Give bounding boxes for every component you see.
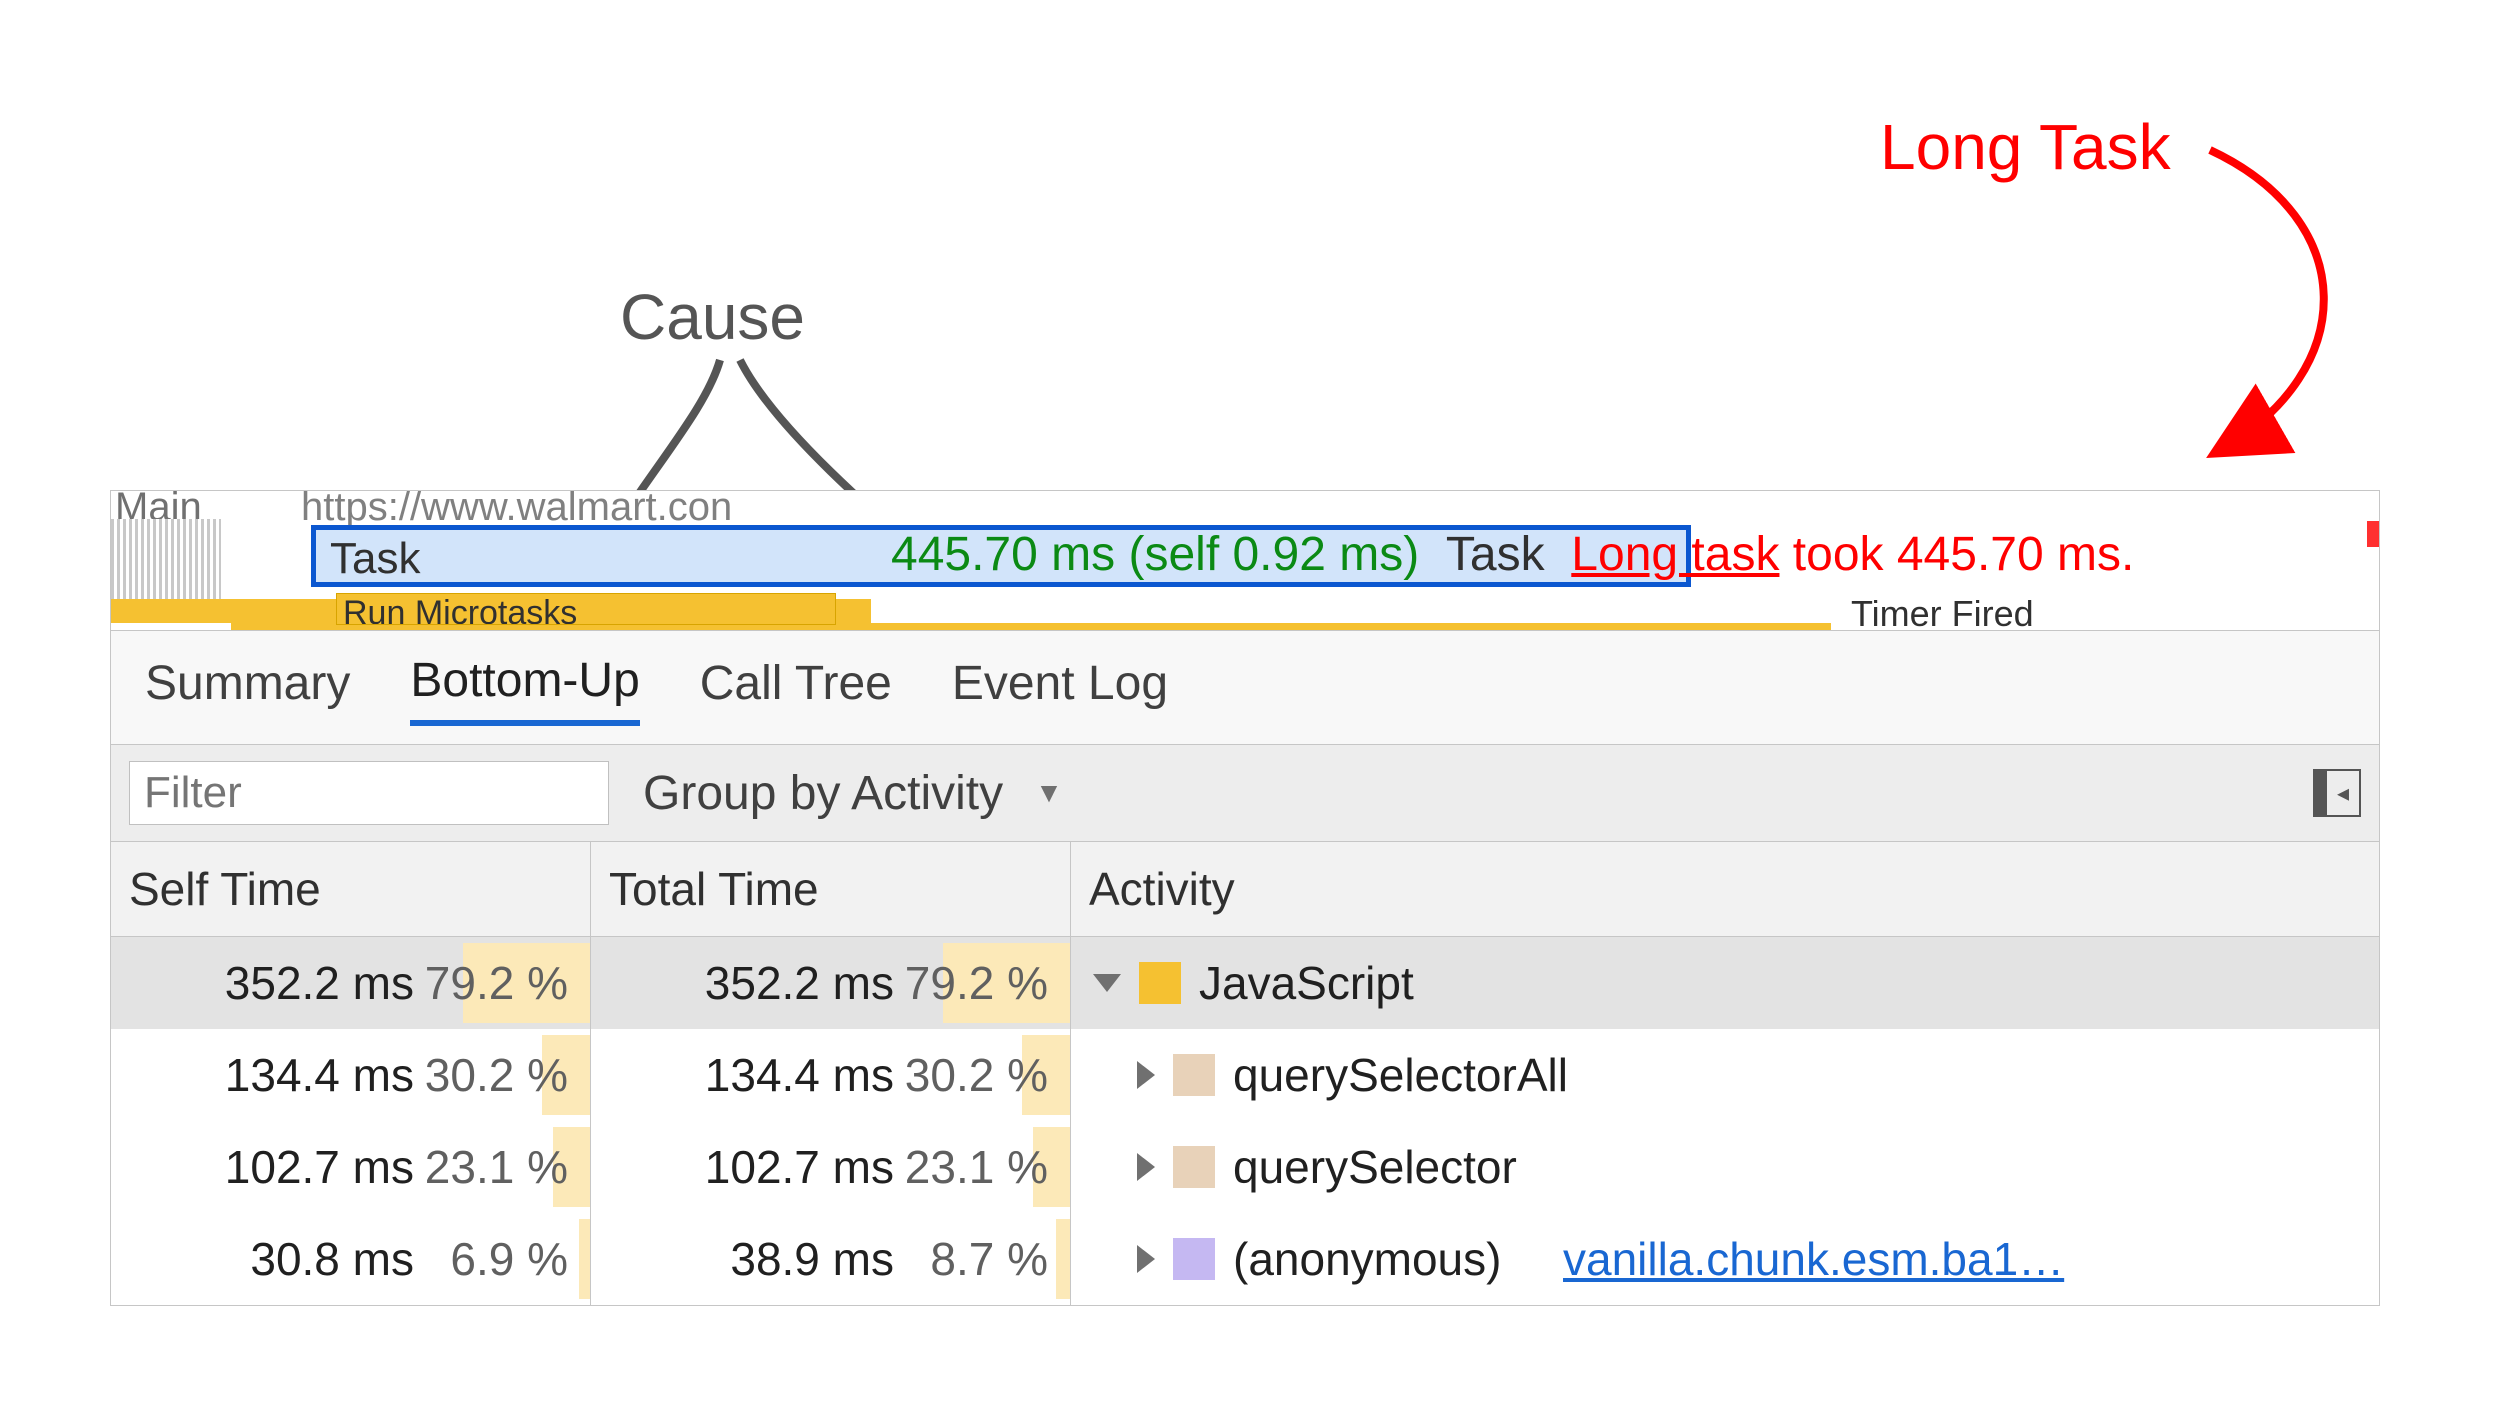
- total-time-cell: 38.9 ms8.7 %: [591, 1213, 1071, 1305]
- self-pct: 23.1 %: [414, 1140, 574, 1194]
- tab-call-tree[interactable]: Call Tree: [700, 656, 892, 723]
- show-heaviest-stack-icon[interactable]: ◂: [2313, 769, 2361, 817]
- category-swatch-icon: [1173, 1054, 1215, 1096]
- run-microtasks-block[interactable]: Run Microtasks: [336, 593, 836, 625]
- total-pct: 79.2 %: [894, 956, 1054, 1010]
- tab-summary[interactable]: Summary: [145, 656, 350, 723]
- timer-fired-fragment: Timer Fired: [1851, 593, 2371, 631]
- frames-stripe: [111, 519, 221, 599]
- task-tooltip: 445.70 ms (self 0.92 ms) Task Long task …: [891, 527, 2134, 582]
- self-time-cell: 134.4 ms30.2 %: [111, 1029, 591, 1121]
- total-time-cell: 352.2 ms79.2 %: [591, 937, 1071, 1029]
- annotation-long-task: Long Task: [1880, 110, 2171, 184]
- disclosure-right-icon[interactable]: [1137, 1153, 1155, 1181]
- annotation-cause: Cause: [620, 280, 805, 354]
- activity-name: querySelector: [1233, 1140, 1517, 1194]
- col-total-time[interactable]: Total Time: [591, 842, 1071, 936]
- total-ms: 352.2 ms: [654, 956, 894, 1010]
- task-duration: 445.70 ms (self 0.92 ms): [891, 528, 1419, 581]
- activity-cell: querySelector: [1071, 1121, 2379, 1213]
- table-header: Self Time Total Time Activity: [111, 842, 2379, 937]
- total-time-cell: 134.4 ms30.2 %: [591, 1029, 1071, 1121]
- filter-input[interactable]: [129, 761, 609, 825]
- total-pct: 30.2 %: [894, 1048, 1054, 1102]
- self-ms: 30.8 ms: [174, 1232, 414, 1286]
- total-pct-bar: [1056, 1219, 1070, 1299]
- total-ms: 102.7 ms: [654, 1140, 894, 1194]
- bottom-up-toolbar: Group by Activity ▼ ◂: [111, 745, 2379, 842]
- tab-bottom-up[interactable]: Bottom-Up: [410, 653, 639, 726]
- table-row[interactable]: 30.8 ms6.9 %38.9 ms8.7 %(anonymous) vani…: [111, 1213, 2379, 1305]
- activity-cell: querySelectorAll: [1071, 1029, 2379, 1121]
- total-time-cell: 102.7 ms23.1 %: [591, 1121, 1071, 1213]
- disclosure-right-icon[interactable]: [1137, 1245, 1155, 1273]
- self-ms: 134.4 ms: [174, 1048, 414, 1102]
- task-block-label: Task: [330, 534, 420, 584]
- self-time-cell: 30.8 ms6.9 %: [111, 1213, 591, 1305]
- activity-name: JavaScript: [1199, 956, 1414, 1010]
- total-pct: 8.7 %: [894, 1232, 1054, 1286]
- tab-event-log[interactable]: Event Log: [952, 656, 1168, 723]
- self-ms: 352.2 ms: [174, 956, 414, 1010]
- category-swatch-icon: [1173, 1146, 1215, 1188]
- self-pct: 30.2 %: [414, 1048, 574, 1102]
- col-self-time[interactable]: Self Time: [111, 842, 591, 936]
- self-ms: 102.7 ms: [174, 1140, 414, 1194]
- table-body: 352.2 ms79.2 %352.2 ms79.2 %JavaScript13…: [111, 937, 2379, 1305]
- category-swatch-icon: [1139, 962, 1181, 1004]
- disclosure-right-icon[interactable]: [1137, 1061, 1155, 1089]
- source-link[interactable]: vanilla.chunk.esm.ba1…: [1563, 1232, 2064, 1286]
- self-pct: 6.9 %: [414, 1232, 574, 1286]
- activity-cell: JavaScript: [1071, 937, 2379, 1029]
- col-activity[interactable]: Activity: [1071, 842, 2379, 936]
- activity-cell: (anonymous) vanilla.chunk.esm.ba1…: [1071, 1213, 2379, 1305]
- total-pct: 23.1 %: [894, 1140, 1054, 1194]
- activity-name: (anonymous): [1233, 1232, 1501, 1286]
- activity-name: querySelectorAll: [1233, 1048, 1568, 1102]
- table-row[interactable]: 134.4 ms30.2 %134.4 ms30.2 %querySelecto…: [111, 1029, 2379, 1121]
- self-time-cell: 102.7 ms23.1 %: [111, 1121, 591, 1213]
- self-pct-bar: [579, 1219, 590, 1299]
- group-by-dropdown[interactable]: Group by Activity: [643, 766, 1003, 821]
- total-ms: 134.4 ms: [654, 1048, 894, 1102]
- chevron-down-icon[interactable]: ▼: [1035, 777, 1063, 809]
- disclosure-down-icon[interactable]: [1093, 974, 1121, 992]
- table-row[interactable]: 102.7 ms23.1 %102.7 ms23.1 %querySelecto…: [111, 1121, 2379, 1213]
- long-task-warning[interactable]: Long task took 445.70 ms.: [1571, 528, 2134, 581]
- detail-tabs: Summary Bottom-Up Call Tree Event Log: [111, 631, 2379, 745]
- long-task-marker-right-icon: [2367, 521, 2379, 547]
- total-ms: 38.9 ms: [654, 1232, 894, 1286]
- task-word: Task: [1433, 528, 1558, 581]
- flamechart-strip[interactable]: Main https://www.walmart.con Task Run Mi…: [111, 491, 2379, 631]
- table-row[interactable]: 352.2 ms79.2 %352.2 ms79.2 %JavaScript: [111, 937, 2379, 1029]
- self-time-cell: 352.2 ms79.2 %: [111, 937, 591, 1029]
- category-swatch-icon: [1173, 1238, 1215, 1280]
- devtools-performance-panel: Main https://www.walmart.con Task Run Mi…: [110, 490, 2380, 1306]
- self-pct: 79.2 %: [414, 956, 574, 1010]
